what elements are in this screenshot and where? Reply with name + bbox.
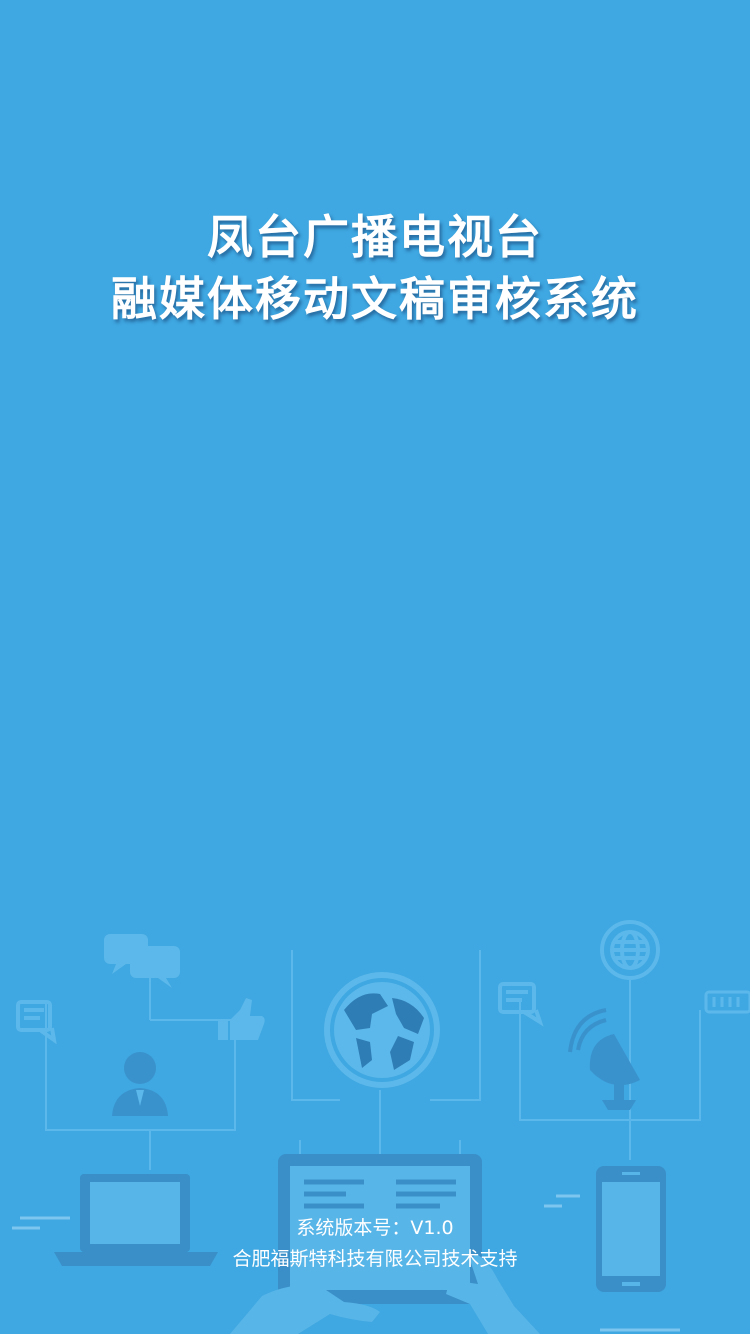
- chat-bubbles-icon: [104, 934, 180, 988]
- footer: 系统版本号：V1.0 合肥福斯特科技有限公司技术支持: [0, 1214, 750, 1274]
- splash-screen: 凤台广播电视台 融媒体移动文稿审核系统 系统版本号：V1.0 合肥福斯特科技有限…: [0, 0, 750, 1334]
- globe-icon: [324, 972, 440, 1088]
- version-value: V1.0: [410, 1217, 454, 1239]
- message-icon: [16, 1000, 57, 1045]
- support-text: 合肥福斯特科技有限公司技术支持: [232, 1248, 518, 1270]
- title-line-station: 凤台广播电视台: [207, 210, 543, 264]
- version-label: 系统版本号：: [296, 1217, 411, 1239]
- app-title: 凤台广播电视台 融媒体移动文稿审核系统: [0, 208, 750, 328]
- web-globe-icon: [600, 920, 660, 980]
- title-line-system: 融媒体移动文稿审核系统: [111, 272, 639, 326]
- user-icon: [112, 1052, 168, 1116]
- version-text: 系统版本号：V1.0: [0, 1214, 750, 1242]
